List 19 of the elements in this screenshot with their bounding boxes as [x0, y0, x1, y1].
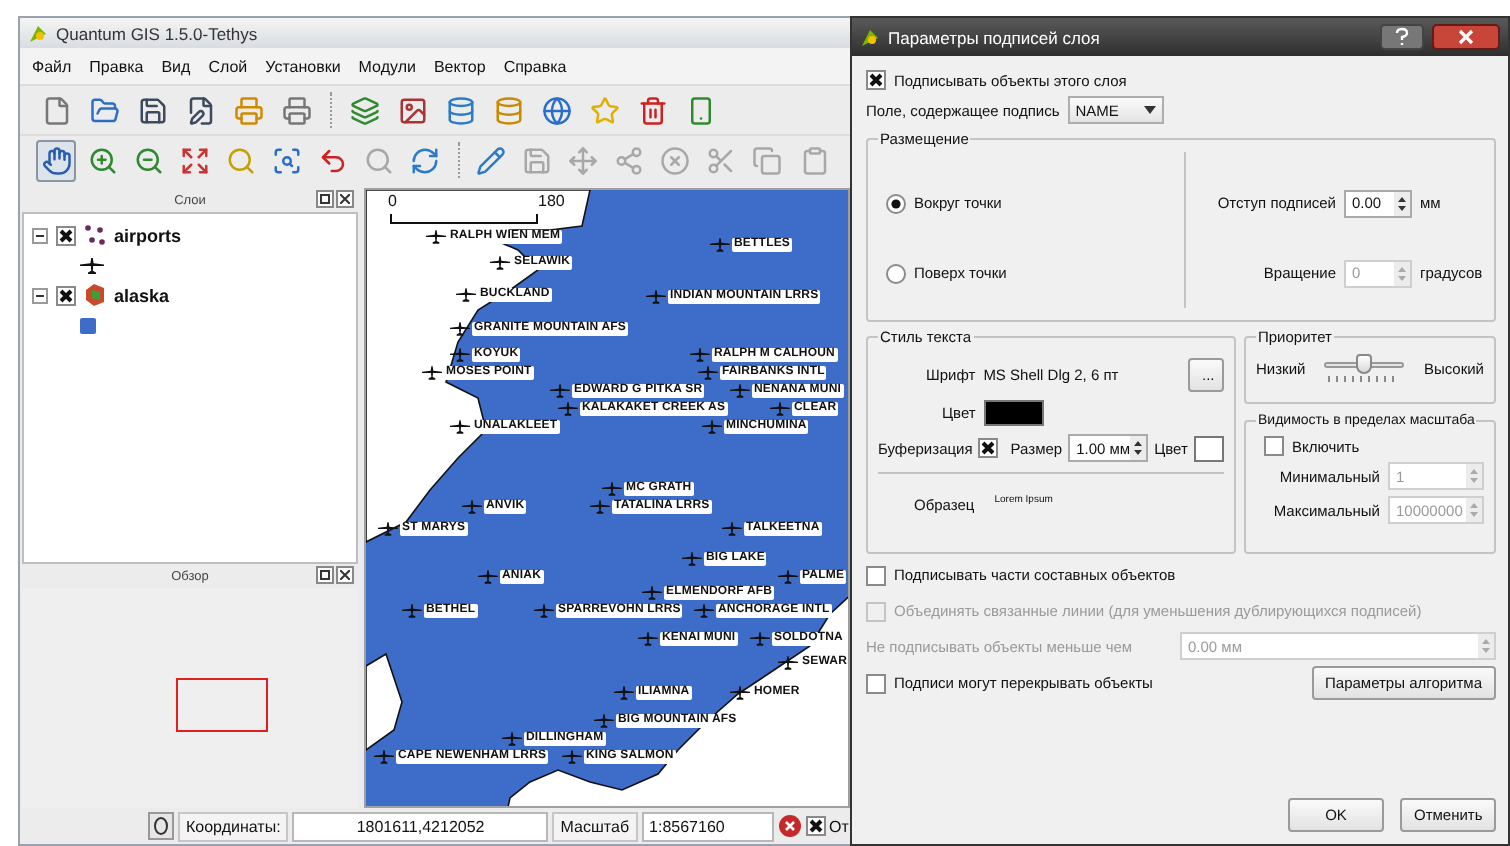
scale-label: Масштаб — [552, 811, 638, 841]
render-label: От — [829, 817, 849, 835]
menu-item[interactable]: Справка — [503, 57, 567, 75]
menu-item[interactable]: Установки — [265, 57, 341, 75]
coordinates-field[interactable]: 1801611,4212052 — [292, 811, 549, 841]
dialog-title: Параметры подписей слоя — [888, 27, 1102, 47]
menu-item[interactable]: Файл — [32, 57, 72, 75]
menu-item[interactable]: Правка — [89, 57, 144, 75]
layer-name[interactable]: airports — [114, 225, 182, 245]
menu-item[interactable]: Модули — [358, 57, 416, 75]
menu-item[interactable]: Вектор — [433, 57, 486, 75]
scale-bar-label: 0 — [388, 192, 397, 210]
scale-field[interactable]: 1:8567160 — [641, 811, 774, 841]
window-title: Quantum GIS 1.5.0-Tethys — [56, 23, 258, 43]
scale-bar-label: 180 — [538, 192, 565, 210]
layer-name[interactable]: alaska — [114, 285, 170, 305]
coordinates-label: Координаты: — [178, 811, 289, 841]
menu-item[interactable]: Слой — [208, 57, 248, 75]
menu-item[interactable]: Вид — [161, 57, 191, 75]
